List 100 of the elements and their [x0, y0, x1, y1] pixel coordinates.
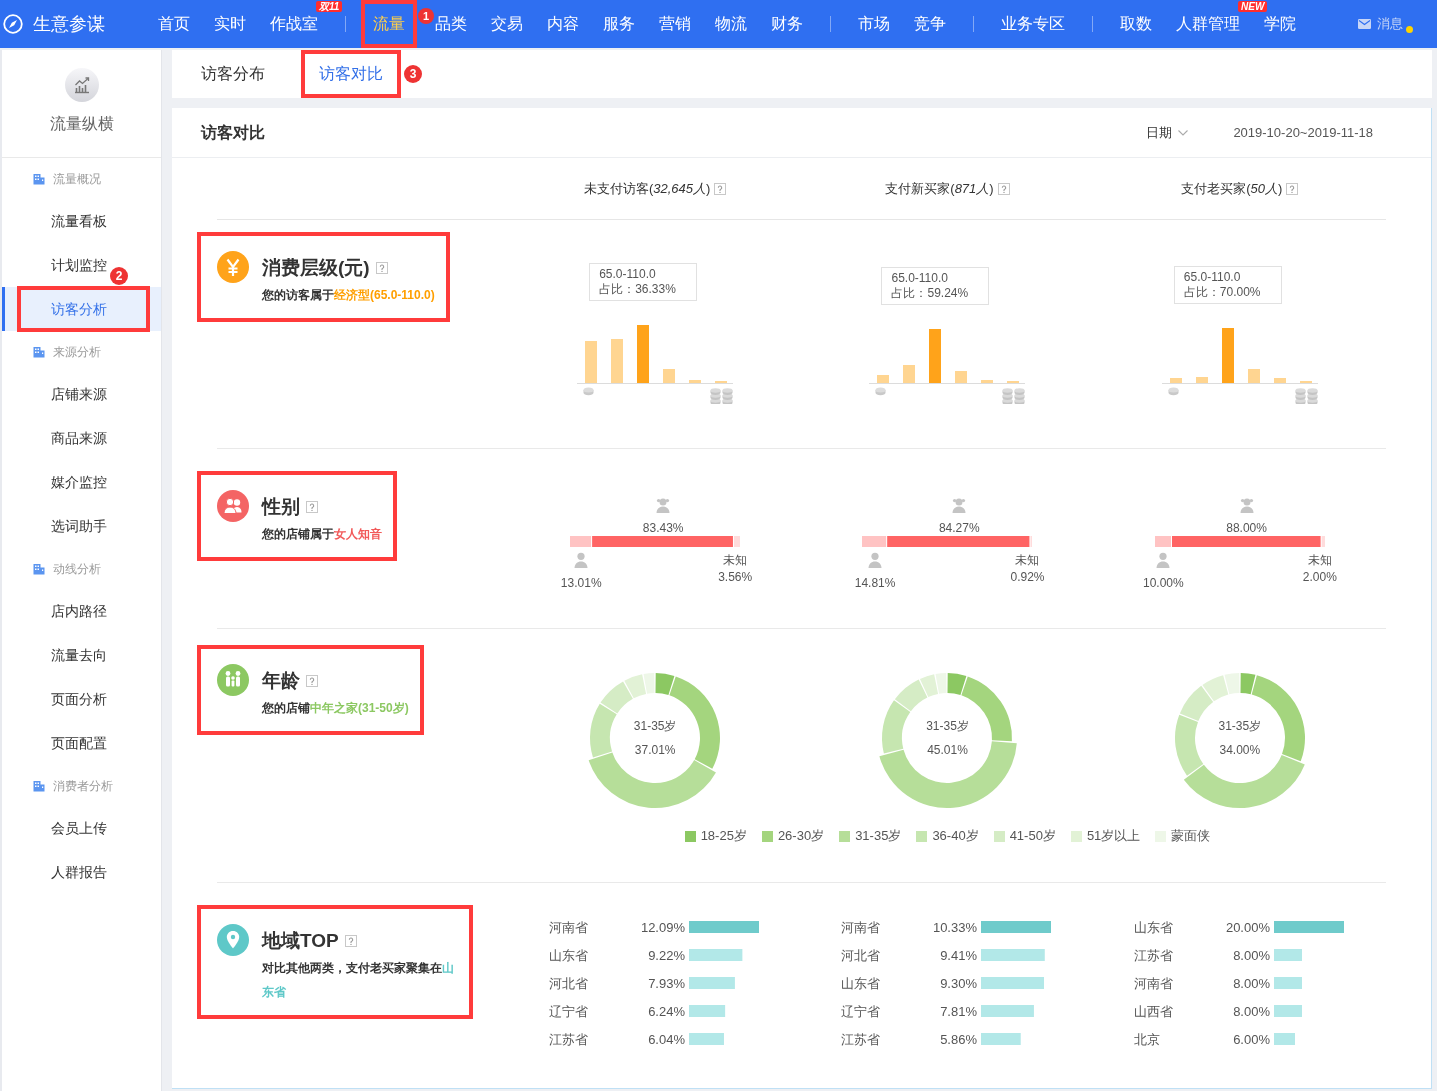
help-icon[interactable]: [306, 675, 318, 687]
share-bar: [1273, 977, 1302, 989]
male-share: 13.01%: [560, 575, 602, 591]
help-icon[interactable]: [375, 262, 388, 274]
help-icon[interactable]: [306, 501, 318, 513]
sidebar-item[interactable]: 流量去向: [51, 633, 107, 677]
nav-item[interactable]: 品类: [435, 13, 467, 35]
bar: [1169, 378, 1182, 383]
mail-icon[interactable]: [1358, 19, 1371, 29]
sidebar-item[interactable]: 页面配置: [51, 721, 107, 765]
help-icon[interactable]: [344, 935, 357, 947]
section-summary: 您的店铺中年之家(31-50岁): [262, 700, 409, 717]
date-range: 2019-10-20~2019-11-18: [1233, 123, 1373, 142]
help-icon[interactable]: [714, 182, 727, 195]
share-bar: [689, 1033, 724, 1045]
woman-icon: [1238, 497, 1255, 513]
coin-icon: [583, 387, 595, 396]
province-name: 山东省: [841, 975, 881, 991]
help-icon[interactable]: [1286, 182, 1299, 195]
column-header: 支付新买家(871人): [885, 179, 994, 198]
unknown-share: 3.56%: [718, 569, 753, 585]
province-share: 7.93%: [648, 975, 685, 991]
currency-icon: [217, 251, 249, 283]
nav-item[interactable]: 首页: [158, 13, 190, 35]
sidebar-section-label: 消费者分析: [53, 777, 113, 795]
nav-item[interactable]: 内容: [547, 13, 579, 35]
province-share: 6.00%: [1232, 1031, 1270, 1047]
tab[interactable]: 访客对比: [301, 50, 401, 98]
nav-item[interactable]: 实时: [214, 13, 246, 35]
help-icon[interactable]: [997, 182, 1010, 195]
province-share: 8.00%: [1232, 1003, 1270, 1019]
building-icon: [33, 779, 45, 792]
logo-text[interactable]: 生意参谋: [33, 10, 105, 38]
unknown-label: 未知: [723, 552, 748, 568]
share-bar: [689, 921, 759, 933]
legend-label: 31-35岁: [855, 828, 902, 844]
nav-item[interactable]: 取数: [1120, 13, 1152, 35]
nav-item[interactable]: 财务: [771, 13, 803, 35]
sidebar-item[interactable]: 商品来源: [51, 416, 107, 460]
legend-label: 36-40岁: [932, 828, 979, 844]
nav-item[interactable]: 人群管理: [1176, 13, 1240, 35]
nav-item[interactable]: 市场: [858, 13, 890, 35]
annotation-badge: 1: [418, 8, 434, 24]
nav-item[interactable]: 流量: [361, 0, 417, 48]
promo-tag: NEW: [1238, 1, 1268, 12]
province-share: 10.33%: [933, 919, 978, 935]
share-bar: [1273, 949, 1302, 961]
nav-item[interactable]: 作战室: [270, 13, 318, 35]
donut-center-value: 34.00%: [1219, 742, 1261, 758]
donut-center-value: 45.01%: [927, 742, 968, 758]
nav-item[interactable]: 营销: [659, 13, 691, 35]
nav-item[interactable]: 业务专区: [1001, 13, 1065, 35]
sidebar-section-label: 动线分析: [53, 560, 101, 578]
sidebar-item[interactable]: 店内路径: [51, 589, 107, 633]
sidebar-item[interactable]: 流量看板: [51, 199, 107, 243]
sidebar-item[interactable]: 选词助手: [51, 504, 107, 548]
sidebar-item[interactable]: 店铺来源: [51, 372, 107, 416]
bar: [663, 369, 676, 383]
donut-center-label: 31-35岁: [1218, 718, 1262, 734]
tooltip-range: 65.0-110.0: [891, 271, 949, 286]
province-share: 9.22%: [648, 947, 685, 963]
people-icon: [217, 490, 249, 522]
legend-label: 41-50岁: [1009, 828, 1056, 844]
sidebar-item[interactable]: 页面分析: [51, 677, 107, 721]
province-name: 河北省: [549, 975, 588, 991]
nav-item[interactable]: 学院: [1264, 13, 1296, 35]
section-title: 性别: [262, 495, 300, 519]
province-name: 江苏省: [549, 1031, 588, 1047]
messages-link[interactable]: 消息: [1377, 14, 1403, 34]
sidebar-item[interactable]: 人群报告: [51, 850, 107, 894]
coins-icon: [710, 387, 734, 404]
coin-icon: [1167, 387, 1179, 396]
nav-item[interactable]: 服务: [603, 13, 635, 35]
tooltip-range: 65.0-110.0: [599, 267, 657, 282]
province-share: 7.81%: [940, 1003, 978, 1019]
share-bar: [689, 977, 735, 989]
province-name: 江苏省: [1133, 947, 1173, 963]
sidebar-item[interactable]: 会员上传: [51, 806, 107, 850]
sidebar-title: 流量纵横: [49, 114, 114, 134]
sidebar-item[interactable]: 媒介监控: [51, 460, 107, 504]
nav-item[interactable]: 物流: [715, 13, 747, 35]
nav-item[interactable]: 交易: [491, 13, 523, 35]
person-icon: [1155, 552, 1172, 568]
date-dropdown[interactable]: 日期: [1146, 122, 1189, 143]
nav-item[interactable]: 竞争: [914, 13, 946, 35]
province-name: 河北省: [841, 947, 881, 963]
section-title: 年龄: [262, 669, 300, 693]
legend-label: 51岁以上: [1086, 828, 1141, 844]
bar: [981, 380, 994, 383]
unknown-share: 0.92%: [1010, 569, 1045, 585]
tab[interactable]: 访客分布: [183, 50, 283, 98]
unknown-label: 未知: [1015, 552, 1040, 568]
bar: [637, 325, 650, 383]
section-title: 消费层级(元): [262, 256, 370, 280]
bar: [1221, 328, 1234, 383]
province-name: 江苏省: [841, 1031, 881, 1047]
column-header: 支付老买家(50人): [1181, 179, 1283, 198]
tooltip-share: 占比：70.00%: [1183, 285, 1262, 300]
sidebar-item[interactable]: 计划监控: [51, 243, 107, 287]
coin-icon: [875, 387, 887, 396]
